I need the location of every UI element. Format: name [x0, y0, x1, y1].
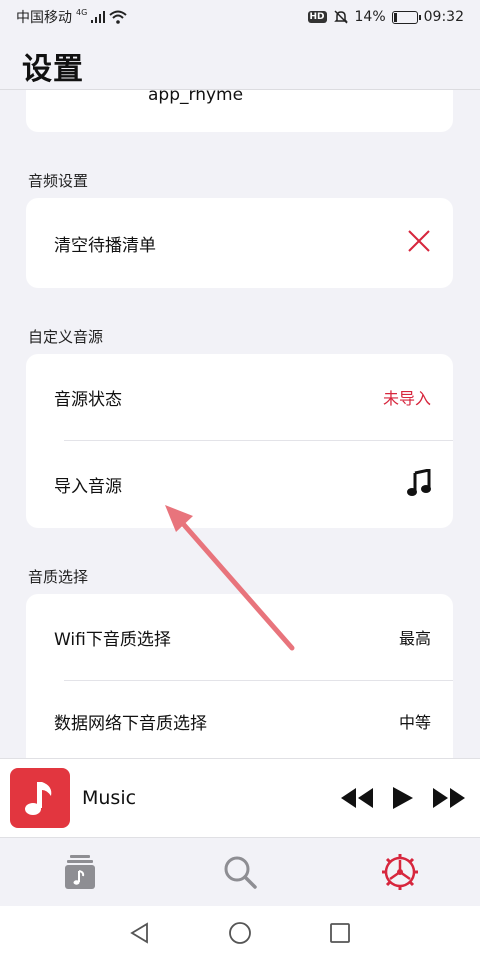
home-circle-icon [229, 922, 251, 944]
battery-icon [391, 10, 421, 24]
recents-square-icon [330, 923, 350, 943]
play-button[interactable] [392, 786, 414, 810]
settings-gear-icon [382, 854, 418, 890]
mobile-quality-label: 数据网络下音质选择 [54, 713, 207, 734]
battery-percent: 14% [354, 9, 386, 25]
music-note-icon [25, 782, 52, 815]
recents-button[interactable] [320, 913, 360, 953]
signal-icon [91, 11, 106, 23]
import-source-row[interactable]: 导入音源 [26, 441, 453, 528]
custom-source-card: 音源状态 未导入 导入音源 [26, 354, 453, 528]
clear-queue-row[interactable]: 清空待播清单 [26, 198, 453, 288]
music-note-icon[interactable] [407, 467, 431, 501]
section-title-custom-source: 自定义音源 [28, 328, 104, 346]
import-source-label: 导入音源 [54, 477, 122, 497]
settings-list[interactable]: app_rhyme 音频设置 清空待播清单 自定义音源 音源状态 未导入 导入音… [0, 90, 480, 758]
clear-queue-label: 清空待播清单 [54, 235, 156, 256]
fast-forward-icon [433, 788, 465, 808]
search-icon [224, 856, 257, 889]
back-triangle-icon [130, 922, 148, 944]
status-bar: 中国移动 4G HD 14% 09:32 [0, 0, 480, 34]
hd-icon: HD [307, 11, 327, 23]
partial-row: app_rhyme [26, 90, 453, 110]
track-title: Music [82, 787, 137, 809]
mobile-quality-row[interactable]: 数据网络下音质选择 中等 [26, 681, 453, 758]
tab-search[interactable] [160, 855, 320, 889]
wifi-quality-value: 最高 [398, 629, 431, 648]
wifi-quality-row[interactable]: Wifi下音质选择 最高 [26, 594, 453, 680]
system-nav-bar [0, 906, 480, 960]
clock: 09:32 [423, 9, 464, 25]
play-icon [393, 787, 413, 809]
partial-row-value: app_rhyme [148, 90, 244, 105]
album-art[interactable] [10, 768, 70, 828]
clear-icon[interactable] [407, 229, 431, 257]
partial-card: app_rhyme [26, 90, 453, 132]
settings-header: 设置 [0, 34, 480, 90]
source-status-row[interactable]: 音源状态 未导入 [26, 354, 453, 440]
source-status-label: 音源状态 [54, 389, 122, 410]
wifi-icon [109, 10, 127, 24]
tab-bar [0, 838, 480, 906]
rewind-icon [341, 788, 373, 808]
mobile-quality-value: 中等 [398, 713, 431, 732]
section-title-audio: 音频设置 [28, 172, 89, 190]
carrier-label: 中国移动 [16, 10, 72, 26]
network-type: 4G [76, 7, 88, 17]
home-button[interactable] [220, 913, 260, 953]
library-icon [65, 855, 95, 889]
source-status-value: 未导入 [382, 389, 431, 408]
back-button[interactable] [120, 913, 160, 953]
section-title-quality: 音质选择 [28, 568, 89, 586]
wifi-quality-label: Wifi下音质选择 [54, 629, 171, 650]
mute-bell-icon [333, 10, 348, 24]
mini-player[interactable]: Music [0, 758, 480, 838]
fast-forward-button[interactable] [432, 787, 466, 809]
quality-card: Wifi下音质选择 最高 数据网络下音质选择 中等 [26, 594, 453, 758]
tab-settings[interactable] [320, 853, 480, 891]
rewind-button[interactable] [340, 787, 374, 809]
audio-card: 清空待播清单 [26, 198, 453, 288]
page-title: 设置 [22, 52, 84, 87]
tab-library[interactable] [0, 854, 160, 890]
